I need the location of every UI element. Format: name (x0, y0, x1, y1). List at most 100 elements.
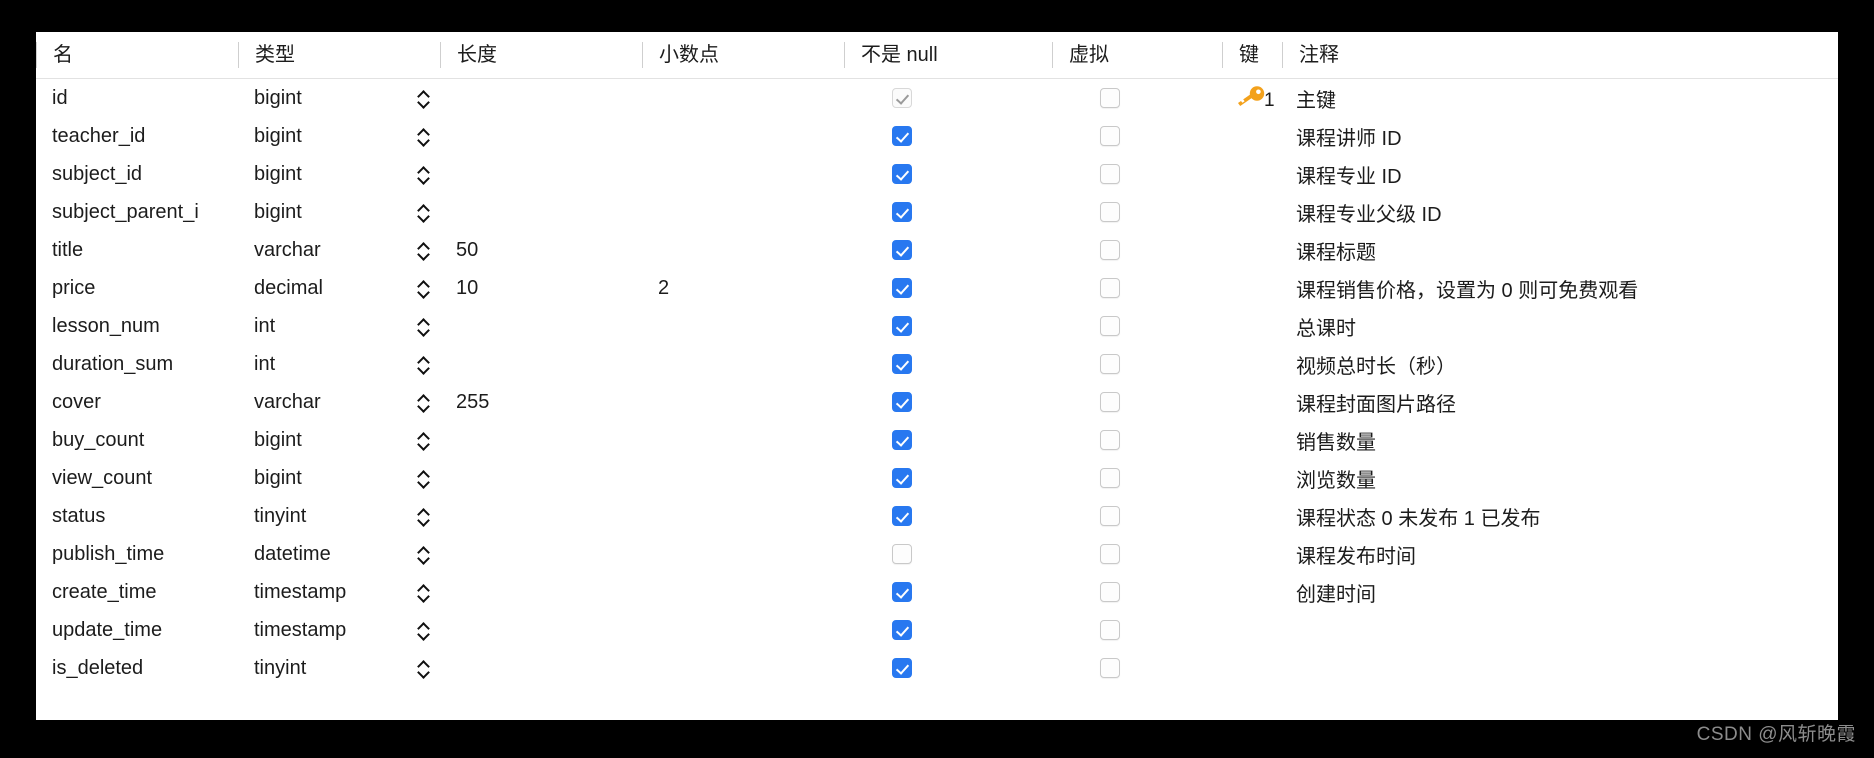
field-length-cell[interactable] (440, 345, 642, 383)
field-type-cell[interactable]: timestamp (238, 573, 406, 611)
field-length-cell[interactable] (440, 611, 642, 649)
column-header-key[interactable]: 键 (1222, 32, 1282, 79)
field-virtual-cell[interactable] (1052, 269, 1222, 307)
field-comment-cell[interactable]: 总课时 (1282, 307, 1838, 345)
virtual-checkbox[interactable] (1100, 392, 1120, 413)
field-type-stepper-cell[interactable] (406, 421, 440, 459)
type-stepper[interactable] (412, 389, 434, 415)
table-row[interactable]: buy_count bigint 销售数量 (36, 421, 1838, 459)
field-decimal-cell[interactable] (642, 78, 844, 117)
field-length-cell[interactable] (440, 193, 642, 231)
type-stepper[interactable] (412, 85, 434, 111)
virtual-checkbox[interactable] (1100, 620, 1120, 641)
field-length-cell[interactable]: 10 (440, 269, 642, 307)
field-type-cell[interactable]: bigint (238, 459, 406, 497)
virtual-checkbox[interactable] (1100, 316, 1120, 337)
field-type-cell[interactable]: varchar (238, 231, 406, 269)
field-name-cell[interactable]: is_deleted (36, 649, 238, 687)
field-not-null-cell[interactable] (844, 117, 1052, 155)
field-virtual-cell[interactable] (1052, 611, 1222, 649)
type-stepper[interactable] (412, 427, 434, 453)
chevron-down-icon[interactable] (418, 176, 429, 182)
field-type-cell[interactable]: int (238, 345, 406, 383)
field-type-stepper-cell[interactable] (406, 535, 440, 573)
field-type-cell[interactable]: varchar (238, 383, 406, 421)
not-null-checkbox[interactable] (892, 278, 912, 299)
field-virtual-cell[interactable] (1052, 421, 1222, 459)
field-not-null-cell[interactable] (844, 231, 1052, 269)
field-decimal-cell[interactable] (642, 459, 844, 497)
field-virtual-cell[interactable] (1052, 155, 1222, 193)
virtual-checkbox[interactable] (1100, 278, 1120, 299)
field-key-cell[interactable] (1222, 345, 1282, 383)
column-header-length[interactable]: 长度 (440, 32, 642, 79)
field-comment-cell[interactable] (1282, 611, 1838, 649)
chevron-down-icon[interactable] (418, 138, 429, 144)
not-null-checkbox[interactable] (892, 164, 912, 185)
chevron-down-icon[interactable] (418, 214, 429, 220)
field-name-cell[interactable]: price (36, 269, 238, 307)
field-type-cell[interactable]: tinyint (238, 497, 406, 535)
field-type-cell[interactable]: bigint (238, 193, 406, 231)
field-key-cell[interactable] (1222, 459, 1282, 497)
not-null-checkbox[interactable] (892, 392, 912, 413)
field-length-cell[interactable] (440, 307, 642, 345)
virtual-checkbox[interactable] (1100, 582, 1120, 603)
field-virtual-cell[interactable] (1052, 649, 1222, 687)
not-null-checkbox[interactable] (892, 658, 912, 679)
field-not-null-cell[interactable] (844, 307, 1052, 345)
column-header-name[interactable]: 名 (36, 32, 238, 79)
field-length-cell[interactable] (440, 649, 642, 687)
not-null-checkbox[interactable] (892, 316, 912, 337)
field-type-stepper-cell[interactable] (406, 155, 440, 193)
type-stepper[interactable] (412, 123, 434, 149)
table-row[interactable]: subject_id bigint 课程专业 ID (36, 155, 1838, 193)
field-virtual-cell[interactable] (1052, 573, 1222, 611)
field-comment-cell[interactable]: 视频总时长（秒） (1282, 345, 1838, 383)
chevron-down-icon[interactable] (418, 252, 429, 258)
field-name-cell[interactable]: subject_parent_i (36, 193, 238, 231)
not-null-checkbox[interactable] (892, 202, 912, 223)
field-virtual-cell[interactable] (1052, 231, 1222, 269)
field-key-cell[interactable] (1222, 383, 1282, 421)
type-stepper[interactable] (412, 655, 434, 681)
field-comment-cell[interactable]: 课程状态 0 未发布 1 已发布 (1282, 497, 1838, 535)
virtual-checkbox[interactable] (1100, 658, 1120, 679)
chevron-down-icon[interactable] (418, 556, 429, 562)
field-type-stepper-cell[interactable] (406, 649, 440, 687)
field-type-stepper-cell[interactable] (406, 78, 440, 117)
field-decimal-cell[interactable] (642, 383, 844, 421)
chevron-down-icon[interactable] (418, 670, 429, 676)
field-comment-cell[interactable]: 课程销售价格，设置为 0 则可免费观看 (1282, 269, 1838, 307)
field-comment-cell[interactable]: 课程封面图片路径 (1282, 383, 1838, 421)
field-name-cell[interactable]: lesson_num (36, 307, 238, 345)
field-type-stepper-cell[interactable] (406, 383, 440, 421)
field-not-null-cell[interactable] (844, 497, 1052, 535)
field-decimal-cell[interactable] (642, 193, 844, 231)
field-comment-cell[interactable]: 课程专业 ID (1282, 155, 1838, 193)
not-null-checkbox[interactable] (892, 88, 912, 109)
field-key-cell[interactable] (1222, 307, 1282, 345)
field-virtual-cell[interactable] (1052, 345, 1222, 383)
field-length-cell[interactable] (440, 459, 642, 497)
chevron-down-icon[interactable] (418, 366, 429, 372)
virtual-checkbox[interactable] (1100, 468, 1120, 489)
virtual-checkbox[interactable] (1100, 88, 1120, 109)
field-virtual-cell[interactable] (1052, 535, 1222, 573)
table-row[interactable]: price decimal 10 2 课程销售价格，设置为 0 则可免费观看 (36, 269, 1838, 307)
not-null-checkbox[interactable] (892, 582, 912, 603)
field-key-cell[interactable] (1222, 193, 1282, 231)
field-length-cell[interactable] (440, 78, 642, 117)
field-name-cell[interactable]: view_count (36, 459, 238, 497)
field-type-cell[interactable]: tinyint (238, 649, 406, 687)
field-key-cell[interactable] (1222, 535, 1282, 573)
not-null-checkbox[interactable] (892, 430, 912, 451)
type-stepper[interactable] (412, 541, 434, 567)
not-null-checkbox[interactable] (892, 620, 912, 641)
virtual-checkbox[interactable] (1100, 430, 1120, 451)
field-decimal-cell[interactable] (642, 155, 844, 193)
not-null-checkbox[interactable] (892, 240, 912, 261)
field-type-cell[interactable]: int (238, 307, 406, 345)
table-row[interactable]: publish_time datetime 课程发布时间 (36, 535, 1838, 573)
field-not-null-cell[interactable] (844, 78, 1052, 117)
